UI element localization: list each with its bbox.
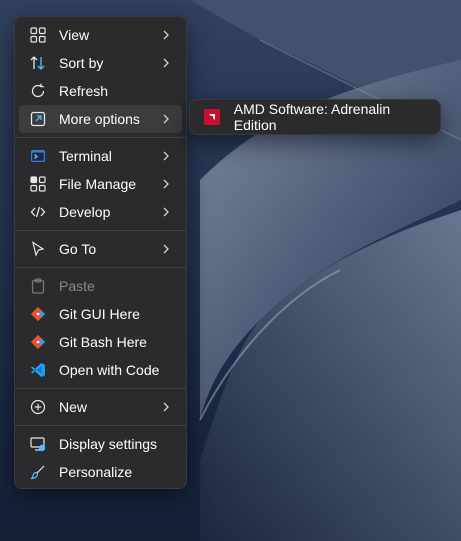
menu-item-display-settings[interactable]: Display settings — [19, 430, 182, 458]
chevron-right-icon — [163, 30, 169, 40]
menu-item-label: Git GUI Here — [59, 306, 140, 322]
display-settings-icon — [29, 435, 47, 453]
menu-item-more-options[interactable]: More options — [19, 105, 182, 133]
menu-item-label: More options — [59, 111, 140, 127]
menu-item-label: View — [59, 27, 90, 43]
menu-item-label: Open with Code — [59, 362, 160, 378]
chevron-right-icon — [163, 402, 169, 412]
view-grid-icon — [29, 26, 47, 44]
menu-item-go-to[interactable]: Go To — [19, 235, 182, 263]
git-icon — [29, 333, 47, 351]
file-manage-icon — [29, 175, 47, 193]
menu-separator — [15, 267, 186, 268]
amd-icon — [204, 109, 220, 125]
code-icon — [29, 203, 47, 221]
menu-item-develop[interactable]: Develop — [19, 198, 182, 226]
chevron-right-icon — [163, 58, 169, 68]
menu-item-view[interactable]: View — [19, 21, 182, 49]
menu-item-open-with-code[interactable]: Open with Code — [19, 356, 182, 384]
brush-icon — [29, 463, 47, 481]
terminal-icon — [29, 147, 47, 165]
paste-icon — [29, 277, 47, 295]
cursor-icon — [29, 240, 47, 258]
chevron-right-icon — [163, 114, 169, 124]
menu-item-label: File Manage — [59, 176, 137, 192]
menu-item-file-manage[interactable]: File Manage — [19, 170, 182, 198]
menu-item-paste[interactable]: Paste — [19, 272, 182, 300]
menu-item-label: Paste — [59, 278, 95, 294]
more-options-icon — [29, 110, 47, 128]
menu-item-label: Go To — [59, 241, 97, 257]
menu-item-label: Terminal — [59, 148, 112, 164]
menu-item-label: New — [59, 399, 88, 415]
submenu-item-label: AMD Software: Adrenalin Edition — [233, 101, 391, 133]
menu-separator — [15, 137, 186, 138]
refresh-icon — [29, 82, 47, 100]
menu-item-refresh[interactable]: Refresh — [19, 77, 182, 105]
vscode-icon — [29, 361, 47, 379]
submenu-item-amd-software[interactable]: AMD Software: Adrenalin Edition — [196, 101, 434, 133]
chevron-right-icon — [163, 151, 169, 161]
git-icon — [29, 305, 47, 323]
menu-item-label: Sort by — [59, 55, 104, 71]
chevron-right-icon — [163, 179, 169, 189]
menu-item-new[interactable]: New — [19, 393, 182, 421]
more-options-submenu: AMD Software: Adrenalin Edition — [189, 99, 441, 135]
menu-item-git-gui[interactable]: Git GUI Here — [19, 300, 182, 328]
menu-item-personalize[interactable]: Personalize — [19, 458, 182, 486]
menu-item-sort-by[interactable]: Sort by — [19, 49, 182, 77]
sort-icon — [29, 54, 47, 72]
menu-item-label: Display settings — [59, 436, 158, 452]
plus-circle-icon — [29, 398, 47, 416]
menu-item-label: Develop — [59, 204, 111, 220]
menu-item-label: Git Bash Here — [59, 334, 147, 350]
menu-separator — [15, 230, 186, 231]
menu-item-label: Refresh — [59, 83, 109, 99]
chevron-right-icon — [163, 244, 169, 254]
menu-separator — [15, 388, 186, 389]
menu-item-terminal[interactable]: Terminal — [19, 142, 182, 170]
menu-separator — [15, 425, 186, 426]
menu-item-label: Personalize — [59, 464, 133, 480]
desktop-context-menu: View Sort by Refresh More options Termin… — [14, 16, 187, 489]
chevron-right-icon — [163, 207, 169, 217]
menu-item-git-bash[interactable]: Git Bash Here — [19, 328, 182, 356]
